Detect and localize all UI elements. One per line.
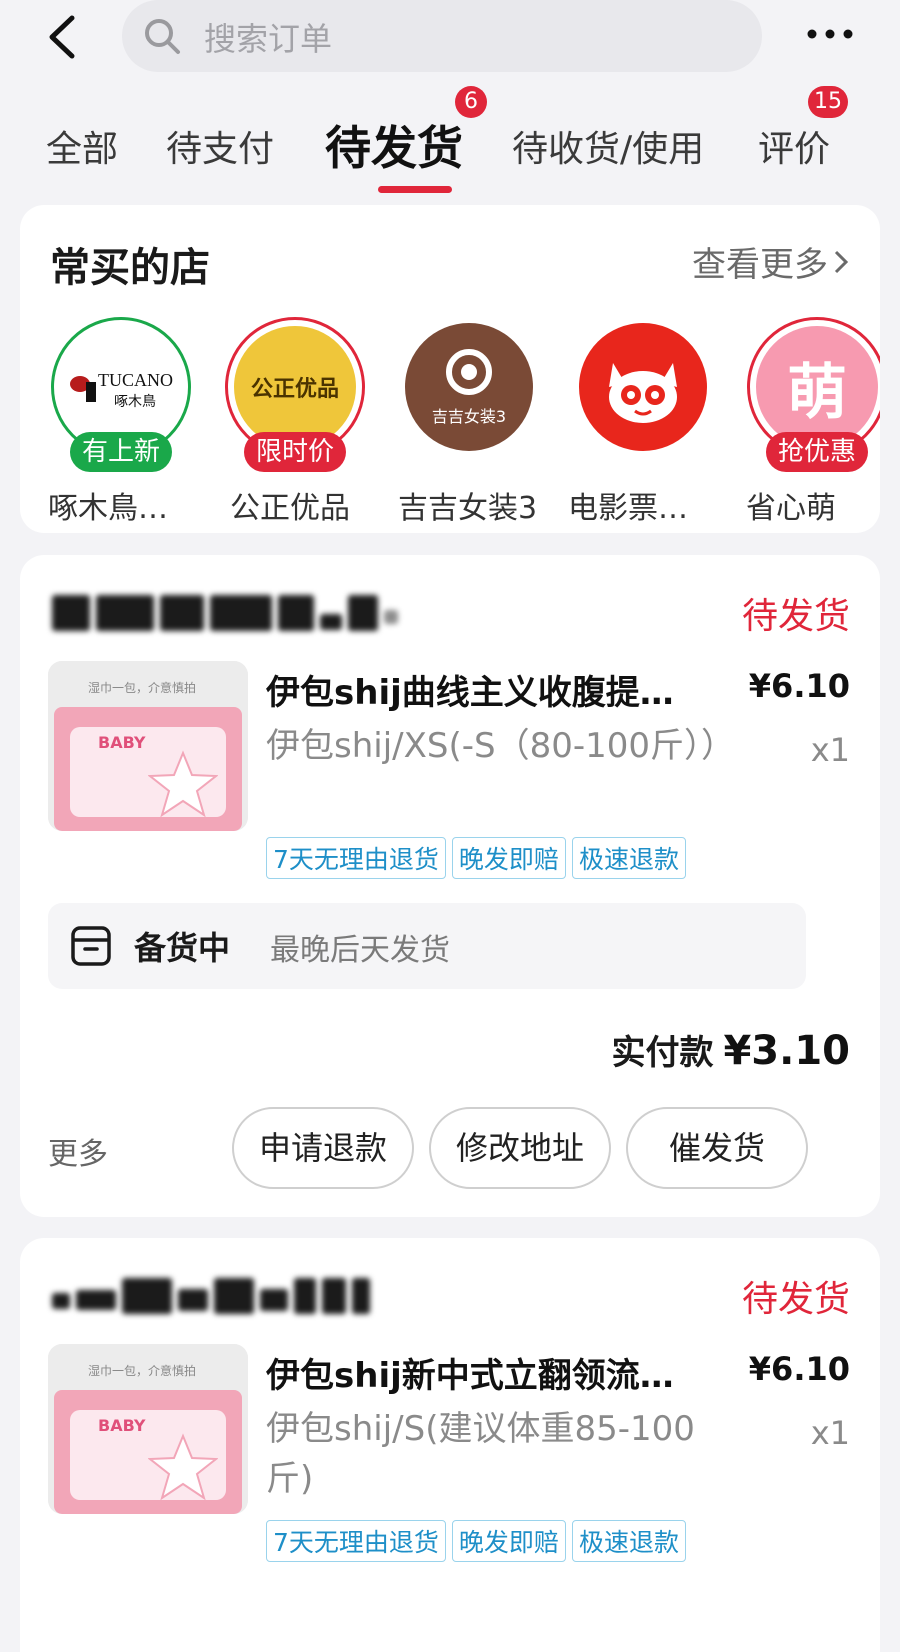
shop-logo: 公正优品 限时价 bbox=[225, 317, 365, 472]
shop-item[interactable]: 吉吉女装3 吉吉女装3 bbox=[394, 317, 544, 526]
tab-review[interactable]: 评价 bbox=[758, 120, 830, 172]
thumb-brand: BABY bbox=[98, 1416, 146, 1435]
tab-pending-shipment[interactable]: 待发货 bbox=[325, 112, 463, 178]
more-options-icon[interactable] bbox=[800, 14, 860, 54]
paid-value: ¥3.10 bbox=[723, 1028, 850, 1074]
shop-item[interactable]: TUCANO 啄木鳥 有上新 啄木鳥… bbox=[46, 317, 196, 526]
shop-logo-text: 吉吉女装3 bbox=[431, 407, 507, 426]
top-bar: 搜索订单 bbox=[0, 0, 900, 80]
guarantee-tag: 晚发即赔 bbox=[451, 1520, 566, 1562]
guarantee-tag: 极速退款 bbox=[571, 1520, 686, 1562]
toucan-logo-icon: TUCANO 啄木鳥 bbox=[70, 370, 173, 410]
product-quantity: x1 bbox=[810, 731, 850, 769]
shop-tag: 有上新 bbox=[69, 432, 173, 472]
tab-pending-payment[interactable]: 待支付 bbox=[166, 120, 274, 172]
shipping-status-box[interactable]: 备货中 最晚后天发货 bbox=[48, 903, 806, 989]
guarantee-tags: 7天无理由退货 晚发即赔 极速退款 bbox=[266, 1520, 686, 1562]
star-icon bbox=[148, 750, 218, 818]
see-more-link[interactable]: 查看更多 bbox=[692, 237, 850, 286]
product-price: ¥6.10 bbox=[748, 667, 850, 705]
search-input[interactable]: 搜索订单 bbox=[122, 0, 762, 72]
guarantee-tag: 7天无理由退货 bbox=[266, 837, 446, 879]
order-status: 待发货 bbox=[741, 596, 850, 637]
swirl-logo-icon bbox=[446, 349, 492, 395]
product-thumbnail[interactable]: 湿巾一包，介意慎拍 BABY bbox=[48, 661, 248, 831]
shop-name: 啄木鳥… bbox=[48, 491, 168, 526]
shop-name-blurred bbox=[52, 1276, 370, 1316]
star-icon bbox=[148, 1433, 218, 1501]
guarantee-tag: 7天无理由退货 bbox=[266, 1520, 446, 1562]
shipping-deadline: 最晚后天发货 bbox=[270, 933, 450, 968]
shop-name: 吉吉女装3 bbox=[398, 491, 538, 526]
order-status: 待发货 bbox=[741, 1279, 850, 1320]
shop-name-blurred bbox=[52, 593, 398, 633]
product-title[interactable]: 伊包shij新中式立翻领流… bbox=[266, 1348, 706, 1397]
shop-name: 电影票… bbox=[568, 491, 688, 526]
tab-badge-pending-shipment: 6 bbox=[455, 86, 487, 118]
shop-logo-text: 公正优品 bbox=[250, 377, 339, 402]
frequent-shops-title: 常买的店 bbox=[50, 245, 210, 291]
search-placeholder: 搜索订单 bbox=[204, 20, 333, 58]
back-arrow-icon[interactable] bbox=[40, 12, 90, 62]
shop-logo: TUCANO 啄木鳥 有上新 bbox=[51, 317, 191, 472]
see-more-label: 查看更多 bbox=[692, 245, 828, 285]
urge-shipment-button[interactable]: 催发货 bbox=[626, 1107, 808, 1189]
search-icon bbox=[145, 19, 180, 54]
thumb-caption: 湿巾一包，介意慎拍 bbox=[88, 681, 197, 695]
shop-tag: 抢优惠 bbox=[765, 432, 869, 472]
paid-amount: 实付款 ¥3.10 bbox=[611, 1025, 850, 1074]
shop-logo-text: 萌 bbox=[787, 357, 847, 428]
active-tab-indicator bbox=[378, 186, 452, 193]
shop-tag: 限时价 bbox=[243, 432, 347, 472]
order-tabs: 全部 待支付 待发货 6 待收货/使用 评价 15 bbox=[0, 86, 900, 203]
more-actions-link[interactable]: 更多 bbox=[48, 1129, 108, 1173]
product-spec: 伊包shij/S(建议体重85-100斤) bbox=[266, 1409, 695, 1499]
frequent-shops-card: 常买的店 查看更多 TUCANO 啄木鳥 有上新 啄木鳥… 公正优品 限时价 公… bbox=[20, 205, 880, 533]
order-card: 待发货 湿巾一包，介意慎拍 BABY 伊包shij新中式立翻领流… ¥6.10 … bbox=[20, 1238, 880, 1652]
product-thumbnail[interactable]: 湿巾一包，介意慎拍 BABY bbox=[48, 1344, 248, 1514]
tab-all[interactable]: 全部 bbox=[46, 120, 118, 172]
shop-logo: 吉吉女装3 bbox=[399, 317, 539, 457]
chevron-right-icon bbox=[834, 250, 849, 273]
thumb-caption: 湿巾一包，介意慎拍 bbox=[88, 1364, 197, 1378]
modify-address-button[interactable]: 修改地址 bbox=[429, 1107, 611, 1189]
tab-badge-review: 15 bbox=[808, 86, 848, 118]
shop-item[interactable]: 公正优品 限时价 公正优品 bbox=[220, 317, 370, 526]
shop-logo bbox=[573, 317, 713, 457]
cat-face-icon bbox=[609, 363, 677, 423]
thumb-brand: BABY bbox=[98, 733, 146, 752]
shop-name: 公正优品 bbox=[230, 491, 350, 526]
tab-pending-receipt[interactable]: 待收货/使用 bbox=[512, 120, 704, 172]
product-title[interactable]: 伊包shij曲线主义收腹提… bbox=[266, 665, 706, 714]
shop-item[interactable]: 萌 抢优惠 省心萌 bbox=[742, 317, 880, 526]
shop-item[interactable]: 电影票… bbox=[568, 317, 718, 526]
shop-name: 省心萌 bbox=[746, 491, 836, 526]
guarantee-tags: 7天无理由退货 晚发即赔 极速退款 bbox=[266, 837, 686, 879]
shipping-state: 备货中 bbox=[134, 929, 231, 967]
svg-text:TUCANO: TUCANO bbox=[98, 370, 173, 390]
product-spec: 伊包shij/XS(-S（80-100斤）） bbox=[266, 726, 736, 766]
order-card: 待发货 湿巾一包，介意慎拍 BABY 伊包shij曲线主义收腹提… ¥6.10 … bbox=[20, 555, 880, 1217]
package-icon bbox=[71, 926, 111, 966]
guarantee-tag: 晚发即赔 bbox=[451, 837, 566, 879]
guarantee-tag: 极速退款 bbox=[571, 837, 686, 879]
product-quantity: x1 bbox=[810, 1414, 850, 1452]
product-price: ¥6.10 bbox=[748, 1350, 850, 1388]
paid-label: 实付款 bbox=[611, 1033, 714, 1073]
svg-text:啄木鳥: 啄木鳥 bbox=[114, 394, 156, 410]
shop-logo: 萌 抢优惠 bbox=[747, 317, 880, 472]
request-refund-button[interactable]: 申请退款 bbox=[232, 1107, 414, 1189]
